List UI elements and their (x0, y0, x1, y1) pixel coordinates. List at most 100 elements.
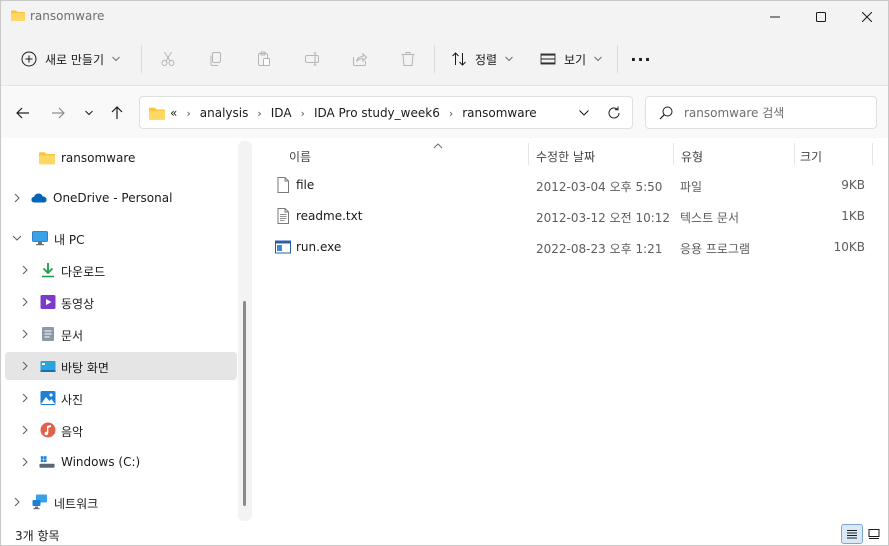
file-row[interactable]: file 2012-03-04 오후 5:50 파일 9KB (269, 171, 875, 199)
sort-label: 정렬 (475, 52, 498, 67)
address-dropdown-button[interactable] (576, 105, 592, 121)
breadcrumb-overflow[interactable]: « (170, 106, 177, 120)
sidebar-item-windows-drive[interactable]: Windows (C:) (5, 448, 237, 476)
forward-button[interactable] (46, 101, 70, 125)
share-button[interactable] (348, 47, 372, 71)
file-row[interactable]: run.exe 2022-08-23 오후 1:21 응용 프로그램 10KB (269, 233, 875, 261)
command-bar: 새로 만들기 정렬 보기 ··· (1, 33, 888, 85)
chevron-down-icon (85, 110, 93, 116)
column-header-type[interactable]: 유형 (681, 143, 793, 169)
column-header-label: 수정한 날짜 (536, 149, 596, 164)
breadcrumb-item[interactable]: IDA Pro study_week6 (314, 106, 440, 120)
minimize-icon (770, 16, 780, 18)
sidebar-scrollbar[interactable] (238, 141, 252, 521)
file-date: 2012-03-12 오전 10:12 (536, 211, 671, 225)
file-explorer-window: ransomware 새로 만들기 정렬 보기 ··· « › analysis… (0, 0, 889, 546)
chevron-right-icon[interactable] (19, 424, 31, 436)
file-date: 2012-03-04 오후 5:50 (536, 180, 663, 194)
sidebar-item-videos[interactable]: 동영상 (5, 288, 237, 316)
column-header-size[interactable]: 크기 (800, 143, 870, 169)
file-row[interactable]: readme.txt 2012-03-12 오전 10:12 텍스트 문서 1K… (269, 202, 875, 230)
column-header-name[interactable]: 이름 (289, 143, 527, 169)
close-button[interactable] (844, 1, 888, 33)
sidebar-item-desktop[interactable]: 바탕 화면 (5, 352, 237, 380)
sort-ascending-icon (433, 143, 443, 149)
chevron-down-icon[interactable] (11, 232, 23, 244)
video-icon (40, 295, 56, 309)
column-divider[interactable] (673, 143, 674, 165)
copy-button[interactable] (204, 47, 228, 71)
search-box[interactable] (645, 96, 877, 129)
document-icon (42, 327, 54, 341)
sidebar-item-ransomware[interactable]: ransomware (5, 144, 237, 172)
recent-locations-button[interactable] (77, 101, 101, 125)
folder-icon (149, 107, 165, 120)
arrow-up-icon (111, 106, 123, 119)
copy-icon (210, 52, 221, 66)
chevron-right-icon[interactable] (19, 360, 31, 372)
sidebar-item-this-pc[interactable]: 내 PC (5, 224, 237, 252)
refresh-button[interactable] (606, 105, 622, 121)
file-list: 이름 수정한 날짜 유형 크기 file 2012-03-04 오후 5:50 … (257, 138, 888, 523)
sidebar-item-label: 음악 (61, 425, 84, 439)
column-divider[interactable] (794, 143, 795, 165)
title-bar[interactable]: ransomware (1, 1, 888, 33)
sidebar-item-documents[interactable]: 문서 (5, 320, 237, 348)
rename-button[interactable] (300, 47, 324, 71)
chevron-right-icon[interactable]: › (301, 107, 305, 120)
chevron-right-icon[interactable]: › (449, 107, 453, 120)
navigation-pane: ransomware OneDrive - Personal 내 PC 다운로드… (1, 138, 253, 523)
file-name: file (296, 178, 315, 192)
sort-button[interactable]: 정렬 (445, 45, 519, 73)
scrollbar-thumb[interactable] (243, 301, 246, 506)
view-button[interactable]: 보기 (534, 45, 608, 73)
chevron-right-icon[interactable] (19, 456, 31, 468)
column-divider[interactable] (528, 143, 529, 165)
folder-icon (39, 152, 55, 165)
desktop-icon (40, 361, 56, 372)
sidebar-item-network[interactable]: 네트워크 (5, 488, 237, 516)
search-input[interactable] (684, 104, 869, 122)
column-header-label: 유형 (681, 149, 704, 164)
minimize-button[interactable] (752, 1, 798, 33)
chevron-right-icon[interactable] (11, 496, 23, 508)
chevron-right-icon[interactable] (11, 192, 23, 204)
new-button[interactable]: 새로 만들기 (15, 45, 126, 73)
back-button[interactable] (11, 101, 35, 125)
file-name: run.exe (296, 240, 342, 254)
breadcrumb-item[interactable]: IDA (271, 106, 292, 120)
large-icons-view-button[interactable] (863, 524, 885, 544)
monitor-icon (32, 231, 48, 246)
cut-button[interactable] (156, 47, 180, 71)
sidebar-item-label: 다운로드 (61, 265, 106, 279)
sidebar-item-label: OneDrive - Personal (53, 191, 173, 205)
address-bar[interactable]: « › analysis › IDA › IDA Pro study_week6… (139, 96, 633, 129)
paste-button[interactable] (252, 47, 276, 71)
chevron-right-icon[interactable] (19, 296, 31, 308)
sidebar-item-music[interactable]: 음악 (5, 416, 237, 444)
file-type: 응용 프로그램 (680, 242, 751, 256)
chevron-right-icon[interactable] (19, 328, 31, 340)
sidebar-item-downloads[interactable]: 다운로드 (5, 256, 237, 284)
breadcrumb-item[interactable]: analysis (200, 106, 249, 120)
arrow-left-icon (16, 107, 29, 119)
chevron-right-icon[interactable] (19, 392, 31, 404)
delete-button[interactable] (396, 47, 420, 71)
file-date: 2022-08-23 오후 1:21 (536, 242, 663, 256)
more-options-button[interactable]: ··· (627, 45, 655, 73)
breadcrumb-item[interactable]: ransomware (462, 106, 536, 120)
up-button[interactable] (105, 101, 129, 125)
column-divider[interactable] (872, 143, 873, 165)
new-button-label: 새로 만들기 (45, 52, 105, 67)
chevron-right-icon[interactable]: › (257, 107, 261, 120)
chevron-right-icon[interactable] (19, 264, 31, 276)
details-view-button[interactable] (841, 524, 863, 544)
sidebar-item-pictures[interactable]: 사진 (5, 384, 237, 412)
chevron-down-icon (579, 110, 589, 116)
sidebar-item-label: 내 PC (54, 233, 85, 247)
maximize-button[interactable] (798, 1, 844, 33)
text-file-icon (277, 208, 289, 224)
column-header-label: 크기 (800, 149, 823, 164)
column-header-date[interactable]: 수정한 날짜 (536, 143, 672, 169)
sidebar-item-onedrive[interactable]: OneDrive - Personal (5, 184, 237, 212)
